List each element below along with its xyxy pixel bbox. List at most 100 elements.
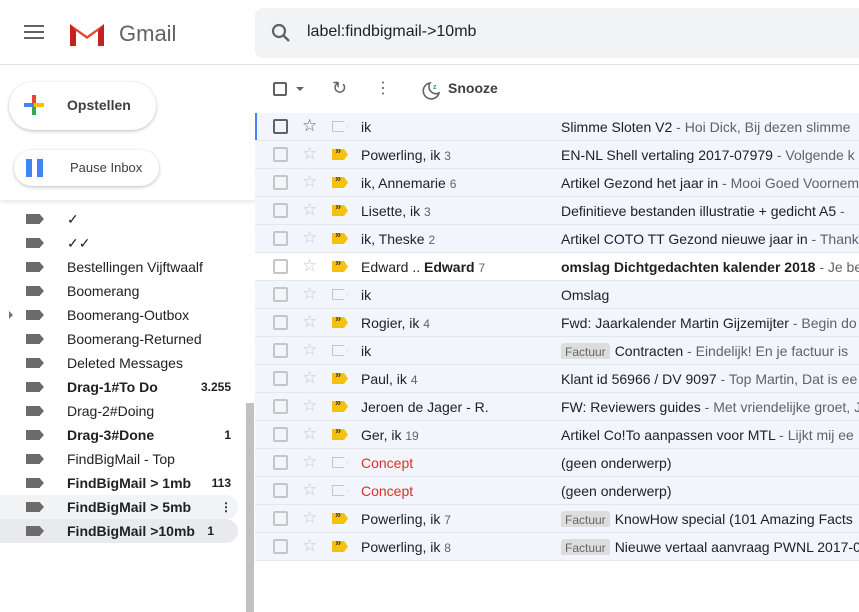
star-icon[interactable]: ☆ [302, 284, 317, 304]
important-marker-icon[interactable] [332, 149, 348, 160]
email-row[interactable]: ☆ Concept (geen onderwerp) [255, 477, 859, 505]
email-row[interactable]: ☆ Ger, ik 19 Artikel Co!To aanpassen voor … [255, 421, 859, 449]
important-marker-icon[interactable] [332, 205, 348, 216]
email-row[interactable]: ☆ Powerling, ik 8 FactuurNieuwe vertaal aa… [255, 533, 859, 561]
row-checkbox[interactable] [273, 343, 288, 358]
sidebar-label-item[interactable]: Deleted Messages [0, 351, 255, 375]
row-checkbox[interactable] [273, 455, 288, 470]
star-icon[interactable]: ☆ [302, 396, 317, 416]
sidebar-label-item[interactable]: FindBigMail > 1mb 113 [0, 471, 255, 495]
row-checkbox[interactable] [273, 231, 288, 246]
sidebar-scrollbar[interactable] [246, 403, 254, 612]
sidebar-label-item[interactable]: Boomerang-Outbox [0, 303, 255, 327]
email-row[interactable]: ☆ Concept (geen onderwerp) [255, 449, 859, 477]
label-more-icon[interactable]: ⋮ [220, 500, 232, 514]
email-row[interactable]: ☆ Rogier, ik 4 Fwd: Jaarkalender Martin Gi… [255, 309, 859, 337]
compose-button[interactable]: Opstellen [9, 82, 156, 130]
email-row[interactable]: ☆ Powerling, ik 7 FactuurKnowHow special (… [255, 505, 859, 533]
row-checkbox[interactable] [273, 427, 288, 442]
star-icon[interactable]: ☆ [302, 536, 317, 556]
email-row[interactable]: ☆ ik Slimme Sloten V2 - Hoi Dick, Bij dez… [255, 113, 859, 141]
important-marker-icon[interactable] [332, 373, 348, 384]
email-row[interactable]: ☆ Jeroen de Jager - R. FW: Reviewers guid… [255, 393, 859, 421]
star-icon[interactable]: ☆ [302, 424, 317, 444]
star-icon[interactable]: ☆ [302, 256, 317, 276]
sidebar-label-item[interactable]: Bestellingen Vijftwaalf [0, 255, 255, 279]
sidebar-label-item[interactable]: Drag-3#Done 1 [0, 423, 255, 447]
important-marker-icon[interactable] [332, 457, 348, 468]
row-checkbox[interactable] [273, 315, 288, 330]
sidebar-label-item[interactable]: FindBigMail - Top [0, 447, 255, 471]
star-icon[interactable]: ☆ [302, 508, 317, 528]
more-options-icon[interactable]: ⋮ [375, 78, 391, 98]
row-checkbox[interactable] [273, 203, 288, 218]
important-marker-icon[interactable] [332, 121, 348, 132]
search-icon[interactable] [271, 23, 291, 43]
row-checkbox[interactable] [273, 399, 288, 414]
star-icon[interactable]: ☆ [302, 340, 317, 360]
row-checkbox[interactable] [273, 371, 288, 386]
row-checkbox[interactable] [273, 147, 288, 162]
star-icon[interactable]: ☆ [302, 172, 317, 192]
star-icon[interactable]: ☆ [302, 144, 317, 164]
label-chip[interactable]: Factuur [561, 539, 610, 555]
sidebar-label-item[interactable]: Drag-1#To Do 3.255 [0, 375, 255, 399]
star-icon[interactable]: ☆ [302, 312, 317, 332]
email-row[interactable]: ☆ Powerling, ik 3 EN-NL Shell vertaling 20… [255, 141, 859, 169]
snooze-icon[interactable]: z [421, 80, 441, 100]
search-bar[interactable]: label:findbigmail->10mb [255, 8, 859, 58]
row-checkbox[interactable] [273, 119, 288, 134]
sidebar-label-item[interactable]: Boomerang [0, 279, 255, 303]
star-icon[interactable]: ☆ [302, 480, 317, 500]
gmail-logo-icon[interactable] [68, 20, 106, 48]
row-checkbox[interactable] [273, 175, 288, 190]
important-marker-icon[interactable] [332, 345, 348, 356]
sidebar-label-item[interactable]: ✓✓ [0, 231, 255, 255]
email-row[interactable]: ☆ ik Factuur Contracten - Eindelijk! En je… [255, 337, 859, 365]
compose-label: Opstellen [67, 97, 131, 113]
important-marker-icon[interactable] [332, 261, 348, 272]
important-marker-icon[interactable] [332, 289, 348, 300]
important-marker-icon[interactable] [332, 513, 348, 524]
row-checkbox[interactable] [273, 287, 288, 302]
sidebar-label-item[interactable]: FindBigMail > 5mb ⋮ [0, 495, 238, 519]
refresh-icon[interactable]: ↻ [332, 78, 347, 99]
row-checkbox[interactable] [273, 483, 288, 498]
main-menu-icon[interactable] [24, 25, 44, 43]
row-checkbox[interactable] [273, 511, 288, 526]
important-marker-icon[interactable] [332, 177, 348, 188]
row-checkbox[interactable] [273, 259, 288, 274]
sidebar-label-item[interactable]: FindBigMail >10mb 1 [0, 519, 238, 543]
email-sender: Ger, ik 19 [361, 427, 419, 443]
email-row[interactable]: ☆ ik, Annemarie 6 Artikel Gezond het jaar … [255, 169, 859, 197]
sidebar-label-item[interactable]: ✓ [0, 207, 255, 231]
sender-name: Jeroen de Jager - R. [361, 399, 489, 415]
email-row[interactable]: ☆ Edward .. Edward 7 omslag Dichtgedachten… [255, 253, 859, 281]
important-marker-icon[interactable] [332, 401, 348, 412]
important-marker-icon[interactable] [332, 317, 348, 328]
star-icon[interactable]: ☆ [302, 200, 317, 220]
important-marker-icon[interactable] [332, 233, 348, 244]
select-all-checkbox[interactable] [273, 82, 287, 96]
star-icon[interactable]: ☆ [302, 228, 317, 248]
label-chip[interactable]: Factuur [561, 511, 610, 527]
sidebar-label-item[interactable]: Drag-2#Doing [0, 399, 255, 423]
important-marker-icon[interactable] [332, 429, 348, 440]
snooze-button[interactable]: Snooze [448, 80, 498, 96]
star-icon[interactable]: ☆ [302, 116, 317, 136]
email-row[interactable]: ☆ ik, Theske 2 Artikel COTO TT Gezond nieu… [255, 225, 859, 253]
sender-name: Powerling, ik [361, 147, 441, 163]
email-subject: omslag Dichtgedachten kalender 2018 [561, 259, 816, 275]
label-chip[interactable]: Factuur [561, 343, 610, 359]
star-icon[interactable]: ☆ [302, 452, 317, 472]
email-row[interactable]: ☆ Lisette, ik 3 Definitieve bestanden illu… [255, 197, 859, 225]
select-dropdown-icon[interactable] [296, 87, 304, 91]
email-row[interactable]: ☆ Paul, ik 4 Klant id 56966 / DV 9097 - To… [255, 365, 859, 393]
important-marker-icon[interactable] [332, 485, 348, 496]
sidebar-label-item[interactable]: Boomerang-Returned [0, 327, 255, 351]
email-row[interactable]: ☆ ik Omslag [255, 281, 859, 309]
pause-inbox-button[interactable]: Pause Inbox [14, 150, 159, 186]
search-input[interactable]: label:findbigmail->10mb [307, 23, 476, 41]
expand-icon[interactable] [9, 311, 13, 319]
star-icon[interactable]: ☆ [302, 368, 317, 388]
